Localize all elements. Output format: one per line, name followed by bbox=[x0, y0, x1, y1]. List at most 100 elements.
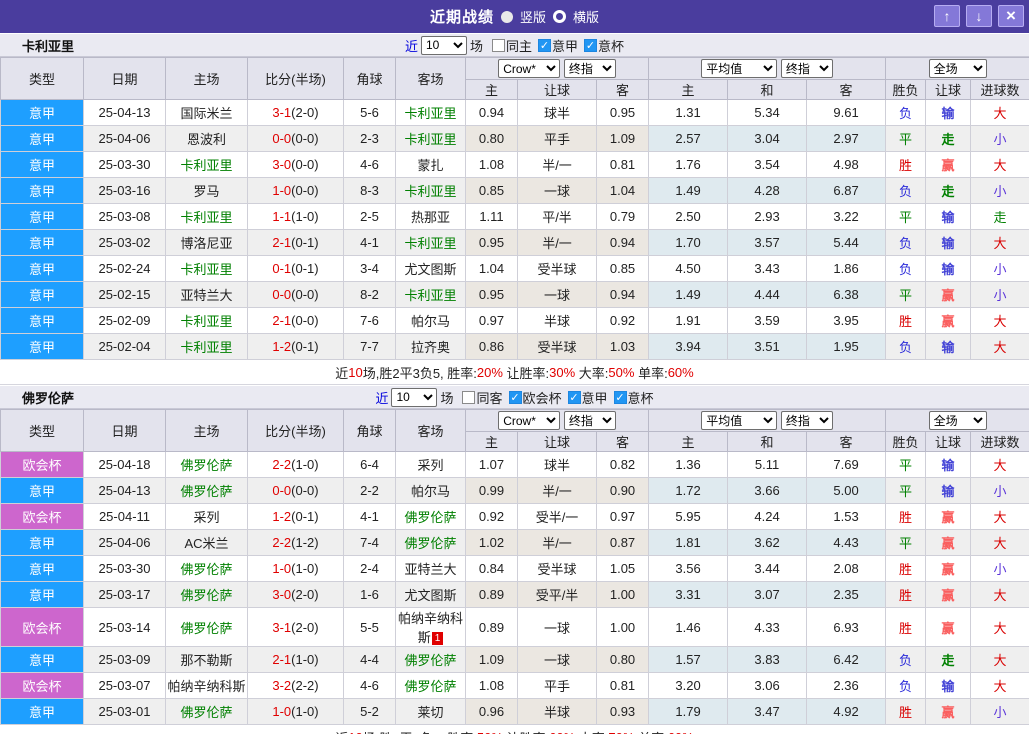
average-select[interactable]: 平均值 bbox=[701, 411, 778, 430]
near-link[interactable]: 近 bbox=[375, 388, 388, 407]
result-goals: 走 bbox=[970, 203, 1029, 230]
home-team: 佛罗伦萨 bbox=[180, 705, 233, 720]
summary-segment: 30% bbox=[549, 364, 576, 380]
away-team: 采列 bbox=[417, 458, 444, 473]
window-buttons: ↑ ↓ × bbox=[934, 5, 1024, 27]
avg-draw: 5.11 bbox=[727, 451, 808, 478]
score-cell: 1-2(0-1) bbox=[247, 333, 344, 360]
odds-home: 0.86 bbox=[465, 333, 518, 360]
avg-away: 3.95 bbox=[806, 307, 887, 334]
score-cell: 1-1(1-0) bbox=[247, 203, 344, 230]
col-corner: 角球 bbox=[343, 57, 396, 100]
match-count-select[interactable]: 10 bbox=[391, 387, 438, 407]
move-up-button[interactable]: ↑ bbox=[934, 5, 960, 27]
odds-home: 0.95 bbox=[465, 229, 518, 256]
average-select[interactable]: 平均值 bbox=[701, 59, 778, 78]
checkbox-label: 意甲 bbox=[552, 38, 579, 54]
score-cell: 3-1(2-0) bbox=[247, 99, 344, 126]
corner-score: 4-1 bbox=[343, 503, 396, 530]
scope-select[interactable]: 全场 bbox=[928, 411, 987, 430]
result-outcome: 胜 bbox=[885, 581, 927, 608]
corner-score: 7-4 bbox=[343, 529, 396, 556]
result-outcome: 平 bbox=[885, 451, 927, 478]
bookmaker-select[interactable]: Crow* bbox=[498, 411, 561, 430]
halftime-score: (1-2) bbox=[291, 535, 319, 550]
unchecked-checkbox[interactable] bbox=[462, 390, 476, 404]
result-goals: 大 bbox=[970, 333, 1029, 360]
section-header: 佛罗伦萨 近 10 场 同客 ✓ 欧会杯 ✓ 意甲 ✓ 意杯 bbox=[0, 385, 1029, 409]
result-handicap: 输 bbox=[925, 255, 972, 282]
note-badge: 1 bbox=[431, 632, 444, 645]
checked-checkbox[interactable]: ✓ bbox=[584, 38, 598, 52]
corner-score: 2-2 bbox=[343, 477, 396, 504]
fulltime-score: 3-2 bbox=[272, 678, 292, 693]
odds-away: 1.03 bbox=[595, 333, 650, 360]
scope-select[interactable]: 全场 bbox=[928, 59, 987, 78]
halftime-score: (0-0) bbox=[291, 157, 319, 172]
score-cell: 1-0(0-0) bbox=[247, 177, 344, 204]
halftime-score: (0-1) bbox=[291, 339, 319, 354]
move-down-button[interactable]: ↓ bbox=[966, 5, 992, 27]
score-cell: 2-2(1-2) bbox=[247, 529, 344, 556]
home-team-cell: 佛罗伦萨 bbox=[165, 698, 248, 725]
vertical-layout-radio[interactable] bbox=[500, 10, 513, 23]
unchecked-checkbox[interactable] bbox=[491, 38, 505, 52]
checked-checkbox[interactable]: ✓ bbox=[538, 38, 551, 52]
odds-away: 0.81 bbox=[595, 672, 650, 699]
summary-segment: 大率: bbox=[575, 365, 609, 381]
odds-handicap: 半/一 bbox=[517, 229, 597, 256]
halftime-score: (1-0) bbox=[291, 652, 319, 667]
away-team-cell: 拉齐奥 bbox=[395, 333, 466, 360]
horizontal-layout-radio[interactable] bbox=[553, 10, 566, 23]
average-final-select[interactable]: 终指 bbox=[780, 411, 833, 430]
avg-away: 1.53 bbox=[806, 503, 887, 530]
match-row: 欧会杯 25-04-11 采列 1-2(0-1) 4-1 佛罗伦萨 0.92 受半/一 0.97… bbox=[0, 503, 1029, 530]
home-team: 佛罗伦萨 bbox=[180, 458, 233, 473]
odds-away: 0.97 bbox=[595, 503, 650, 530]
checked-checkbox[interactable]: ✓ bbox=[567, 390, 581, 404]
result-handicap: 赢 bbox=[925, 151, 972, 178]
recent-results-panel: 近期战绩 竖版 横版 ↑ ↓ × 卡利亚里 近 10 场 同主 ✓ 意甲 ✓ 意杯 bbox=[0, 0, 1029, 734]
match-count-select[interactable]: 10 bbox=[420, 35, 467, 55]
near-link[interactable]: 近 bbox=[405, 36, 418, 55]
avg-home: 4.50 bbox=[648, 255, 729, 282]
checked-checkbox[interactable]: ✓ bbox=[508, 390, 522, 404]
match-row: 意甲 25-03-17 佛罗伦萨 3-0(2-0) 1-6 尤文图斯 0.89 受平/半 1.0… bbox=[0, 581, 1029, 608]
summary-line: 近 10 场,胜2平3负5, 胜率: 20% 让胜率: 30% 大率: 50% 单率: 60… bbox=[0, 360, 1029, 385]
result-goals: 大 bbox=[970, 307, 1029, 334]
result-handicap: 赢 bbox=[925, 529, 972, 556]
summary-segment: 近 bbox=[335, 728, 348, 734]
col-score: 比分(半场) bbox=[247, 57, 344, 100]
checked-checkbox[interactable]: ✓ bbox=[613, 390, 627, 404]
games-unit-label: 场 bbox=[440, 390, 454, 406]
result-outcome: 胜 bbox=[885, 307, 927, 334]
odds-away: 0.79 bbox=[595, 203, 650, 230]
corner-score: 5-2 bbox=[343, 698, 396, 725]
odds-handicap: 一球 bbox=[517, 646, 597, 673]
bookmaker-select[interactable]: Crow* bbox=[498, 59, 561, 78]
result-handicap: 输 bbox=[925, 333, 972, 360]
odds-home: 1.08 bbox=[465, 151, 518, 178]
result-handicap: 输 bbox=[925, 99, 972, 126]
avg-away: 6.93 bbox=[806, 607, 887, 647]
odds-handicap: 半/一 bbox=[517, 477, 597, 504]
average-final-select[interactable]: 终指 bbox=[780, 59, 833, 78]
home-team: 那不勒斯 bbox=[180, 653, 233, 668]
close-button[interactable]: × bbox=[998, 5, 1024, 27]
odds-away: 0.87 bbox=[595, 529, 650, 556]
avg-away: 5.44 bbox=[806, 229, 887, 256]
match-date: 25-03-14 bbox=[83, 607, 166, 647]
away-team: 卡利亚里 bbox=[404, 106, 457, 121]
corner-score: 5-6 bbox=[343, 99, 396, 126]
vertical-layout-label: 竖版 bbox=[519, 10, 546, 25]
summary-segment: 10 bbox=[348, 730, 362, 734]
home-team: 卡利亚里 bbox=[180, 314, 233, 329]
col-handicap-result: 让球 bbox=[925, 79, 972, 100]
final-odds-select[interactable]: 终指 bbox=[563, 59, 616, 78]
result-handicap: 输 bbox=[925, 672, 972, 699]
scope-group-header: 全场 bbox=[885, 409, 1029, 432]
away-team: 莱切 bbox=[417, 705, 444, 720]
avg-away: 1.86 bbox=[806, 255, 887, 282]
final-odds-select[interactable]: 终指 bbox=[563, 411, 616, 430]
away-team: 亚特兰大 bbox=[404, 562, 457, 577]
